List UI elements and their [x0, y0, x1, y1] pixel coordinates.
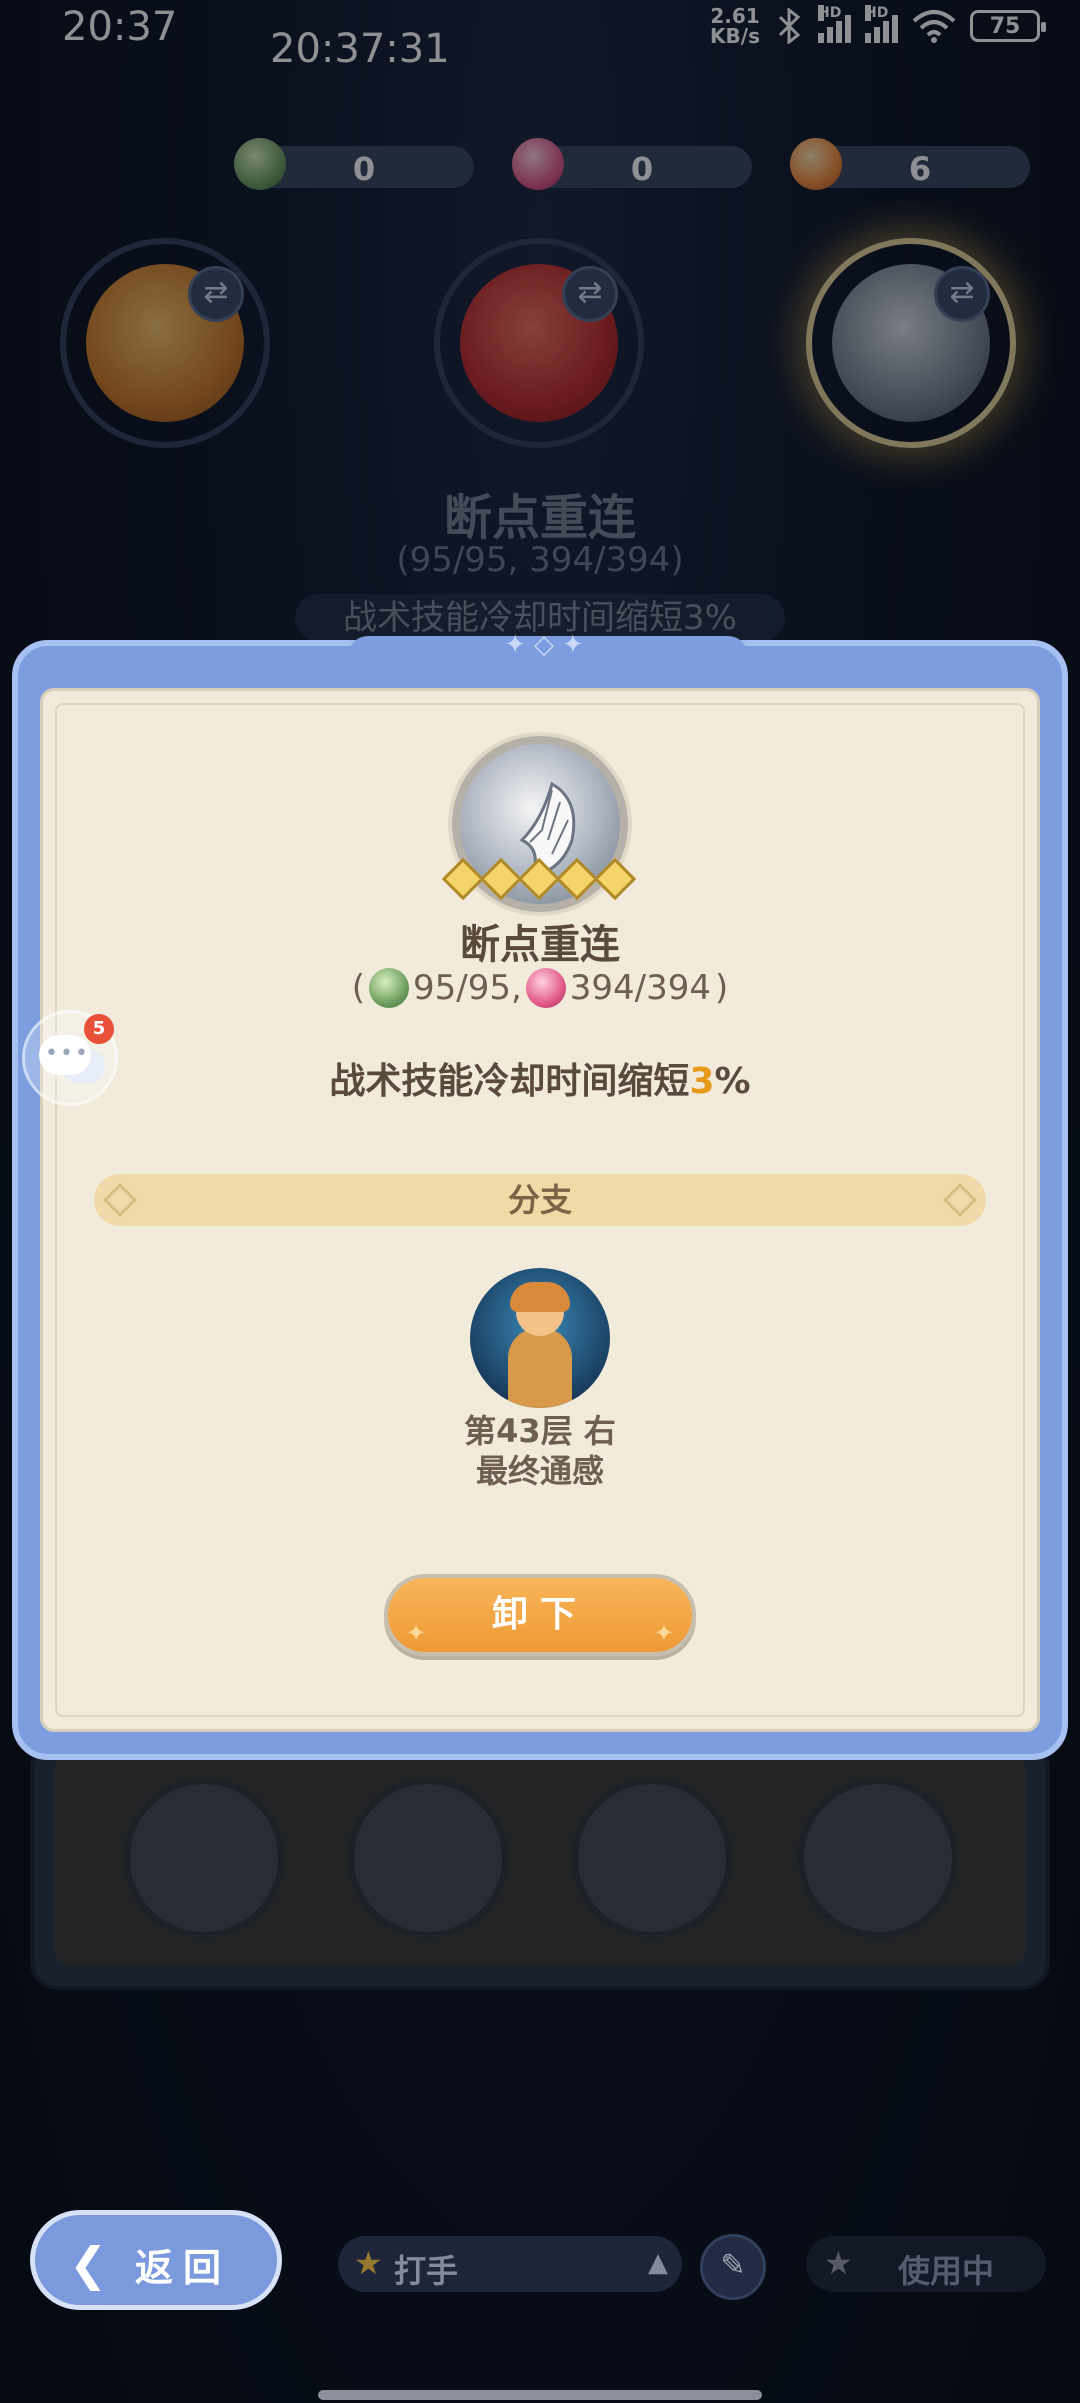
pink-gem-icon	[525, 968, 566, 1008]
skill-name: 断点重连	[460, 922, 620, 968]
preset-dropdown[interactable]: ★ 打手 ▲	[338, 2236, 682, 2292]
ornament-diamond-icon	[943, 1183, 977, 1217]
in-use-indicator: ★ 使用中	[806, 2236, 1046, 2292]
back-button[interactable]: ❮ 返回	[30, 2210, 282, 2310]
pencil-icon: ✎	[720, 2248, 746, 2283]
branch-character-avatar	[470, 1268, 610, 1408]
sparkle-icon: ✦	[653, 1619, 674, 1647]
chat-badge: 5	[84, 1014, 114, 1044]
sparkle-icon: ✦	[406, 1619, 427, 1647]
skill-cost: ( 95/95, 394/394 )	[351, 968, 729, 1008]
chevron-up-icon: ▲	[648, 2248, 668, 2278]
star-icon: ★	[354, 2244, 383, 2282]
edit-button[interactable]: ✎	[700, 2234, 766, 2300]
ornament-diamond-icon	[103, 1183, 137, 1217]
skill-effect: 战术技能冷却时间缩短3%	[329, 1061, 751, 1102]
branch-header: 分支	[94, 1174, 986, 1226]
notch-ornament: ✦◇✦	[504, 630, 592, 660]
green-gem-icon	[368, 968, 409, 1008]
back-arrow-icon: ❮	[69, 2237, 108, 2291]
star-icon: ★	[824, 2244, 853, 2282]
rank-diamond-icon	[593, 857, 637, 901]
rank-diamond-icon	[441, 857, 485, 901]
branch-stage-label: 最终通感	[475, 1452, 604, 1490]
home-indicator[interactable]	[318, 2390, 762, 2400]
rank-diamond-icon	[555, 857, 599, 901]
unequip-button[interactable]: ✦ 卸下 ✦	[384, 1574, 696, 1656]
star-rating	[441, 857, 637, 901]
rank-diamond-icon	[479, 857, 523, 901]
dialog-notch: ✦◇✦	[348, 630, 748, 676]
chat-icon: •••	[45, 1041, 90, 1066]
rank-diamond-icon	[517, 857, 561, 901]
